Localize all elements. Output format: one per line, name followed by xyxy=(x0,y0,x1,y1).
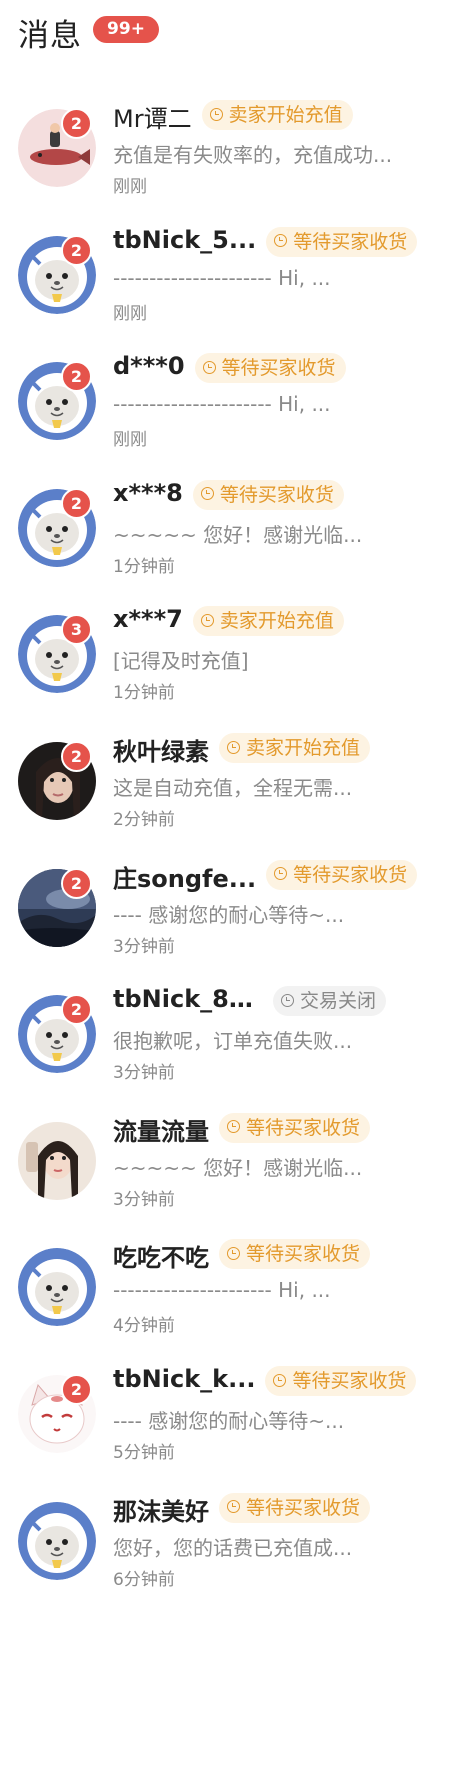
message-preview: ---------------------- Hi, ... xyxy=(113,1278,331,1303)
unread-count-badge: 2 xyxy=(61,361,92,393)
order-status-tag: 等待买家收货 xyxy=(192,479,344,510)
contact-name: 秋叶绿素 xyxy=(113,738,209,766)
order-status-tag: 等待买家收货 xyxy=(219,1239,371,1270)
message-time: 4分钟前 xyxy=(113,1316,175,1337)
message-time: 3分钟前 xyxy=(113,1063,175,1084)
message-preview: ~~~~~ 您好！感谢光临... xyxy=(113,1155,363,1180)
avatar[interactable] xyxy=(18,1501,96,1580)
messages-header: 消息 99+ xyxy=(0,0,460,64)
unread-count-badge: 2 xyxy=(61,1374,92,1405)
message-time: 5分钟前 xyxy=(113,1443,175,1463)
order-status-tag: 卖家开始充值 xyxy=(192,606,344,637)
unread-count-badge: 2 xyxy=(61,741,92,772)
message-time: 1分钟前 xyxy=(113,556,175,577)
conversation-item[interactable]: 2 秋叶绿素 卖家开始充值这是自动充值，全程无需... 2分钟前 xyxy=(0,732,460,842)
contact-name: x***7 xyxy=(113,605,183,634)
order-status-label: 等待买家收货 xyxy=(293,863,408,886)
conversation-item[interactable]: 2 x***8 等待买家收货 ~~~~~ 您好！感谢光临... 1分钟前 xyxy=(0,479,460,589)
order-status-tag: 等待买家收货 xyxy=(194,353,346,384)
order-status-tag: 卖家开始充值 xyxy=(219,733,371,763)
message-preview: ---------------------- Hi, ... xyxy=(113,265,331,290)
message-preview: 这是自动充值，全程无需... xyxy=(113,776,353,800)
unread-count-badge: 2 xyxy=(61,234,92,266)
message-time: 2分钟前 xyxy=(113,810,175,830)
message-time: 3分钟前 xyxy=(113,936,175,957)
message-preview: ---- 感谢您的耐心等待~... xyxy=(113,1409,345,1433)
conversation-item[interactable]: 那沫美好 等待买家收货您好，您的话费已充值成... 6分钟前 xyxy=(0,1492,460,1602)
conversation-item[interactable]: 2 庄songfe... 等待买家收货 ---- 感谢您的耐心等待~... 3分钟前 xyxy=(0,859,460,969)
conversation-item[interactable]: 2 tbNick_k... 等待买家收货 ---- 感谢您的耐心等待~... 5分钟前 xyxy=(0,1365,460,1475)
clock-icon xyxy=(227,740,240,754)
order-status-label: 等待买家收货 xyxy=(293,230,408,253)
unread-count-badge: 2 xyxy=(61,487,92,519)
avatar[interactable] xyxy=(18,1121,96,1200)
message-time: 刚刚 xyxy=(113,430,147,451)
clock-icon xyxy=(227,1246,240,1260)
conversation-item[interactable]: 吃吃不吃 等待买家收货 ---------------------- Hi, ...… xyxy=(0,1238,460,1348)
unread-count-badge: 2 xyxy=(61,867,92,899)
clock-icon xyxy=(227,1120,240,1134)
clock-icon xyxy=(202,360,216,374)
conversation-item[interactable]: 2 Mr谭二 卖家开始充值充值是有失败率的，充值成功... 刚刚 xyxy=(0,99,460,209)
unread-count-badge: 2 xyxy=(61,994,92,1026)
contact-name: tbNick_5... xyxy=(113,225,257,254)
conversation-item[interactable]: 流量流量 等待买家收货 ~~~~~ 您好！感谢光临... 3分钟前 xyxy=(0,1112,460,1222)
contact-name: tbNick_k... xyxy=(113,1365,256,1393)
clock-icon xyxy=(274,234,288,248)
message-time: 刚刚 xyxy=(113,177,147,197)
order-status-label: 等待买家收货 xyxy=(246,1116,361,1139)
order-status-label: 等待买家收货 xyxy=(221,357,336,380)
conversation-item[interactable]: 2 d***0 等待买家收货 ---------------------- Hi, .… xyxy=(0,352,460,462)
contact-name: x***8 xyxy=(113,478,183,507)
order-status-label: 等待买家收货 xyxy=(219,483,334,506)
clock-icon xyxy=(273,1373,287,1387)
message-time: 1分钟前 xyxy=(113,683,175,704)
order-status-tag: 卖家开始充值 xyxy=(201,100,353,130)
order-status-tag: 等待买家收货 xyxy=(266,226,418,257)
clock-icon xyxy=(227,1500,240,1514)
contact-name: 那沫美好 xyxy=(113,1497,209,1526)
message-preview: 您好，您的话费已充值成... xyxy=(113,1535,353,1560)
clock-icon xyxy=(200,613,214,627)
order-status-tag: 等待买家收货 xyxy=(265,1366,417,1396)
clock-icon xyxy=(200,487,214,501)
order-status-label: 等待买家收货 xyxy=(246,1496,361,1519)
page-title: 消息 xyxy=(18,18,82,54)
avatar[interactable] xyxy=(18,1248,96,1327)
message-preview: 充值是有失败率的，充值成功... xyxy=(113,143,393,167)
conversation-item[interactable]: 2 tbNick_8gvnc 交易关闭很抱歉呢，订单充值失败... 3分钟前 xyxy=(0,985,460,1095)
message-preview: ---------------------- Hi, ... xyxy=(113,392,331,417)
conversation-item[interactable]: 3 x***7 卖家开始充值 [记得及时充值] 1分钟前 xyxy=(0,605,460,715)
contact-name: tbNick_8gvnc xyxy=(113,985,263,1014)
message-time: 6分钟前 xyxy=(113,1569,175,1590)
message-time: 3分钟前 xyxy=(113,1189,175,1210)
order-status-tag: 等待买家收货 xyxy=(266,859,418,890)
contact-name: d***0 xyxy=(113,352,185,381)
order-status-label: 卖家开始充值 xyxy=(228,104,343,126)
message-preview: [记得及时充值] xyxy=(113,649,249,674)
contact-name: 吃吃不吃 xyxy=(113,1244,209,1273)
clock-icon xyxy=(281,993,294,1007)
order-status-tag: 交易关闭 xyxy=(273,986,387,1017)
order-status-tag: 等待买家收货 xyxy=(219,1112,371,1143)
order-status-label: 等待买家收货 xyxy=(292,1370,407,1392)
order-status-label: 等待买家收货 xyxy=(246,1243,361,1266)
conversation-item[interactable]: 2 tbNick_5... 等待买家收货 ----------------------… xyxy=(0,226,460,336)
message-time: 刚刚 xyxy=(113,303,147,324)
contact-name: Mr谭二 xyxy=(113,105,192,133)
clock-icon xyxy=(274,867,288,881)
order-status-label: 卖家开始充值 xyxy=(246,737,361,759)
contact-name: 庄songfe... xyxy=(113,864,257,893)
clock-icon xyxy=(209,107,223,121)
order-status-label: 交易关闭 xyxy=(300,990,377,1013)
total-unread-badge: 99+ xyxy=(93,16,159,43)
contact-name: 流量流量 xyxy=(113,1117,209,1146)
order-status-label: 卖家开始充值 xyxy=(219,610,334,633)
message-preview: ~~~~~ 您好！感谢光临... xyxy=(113,522,363,547)
order-status-tag: 等待买家收货 xyxy=(219,1492,371,1523)
unread-count-badge: 2 xyxy=(61,108,92,139)
message-preview: ---- 感谢您的耐心等待~... xyxy=(113,902,345,927)
message-preview: 很抱歉呢，订单充值失败... xyxy=(113,1029,353,1054)
